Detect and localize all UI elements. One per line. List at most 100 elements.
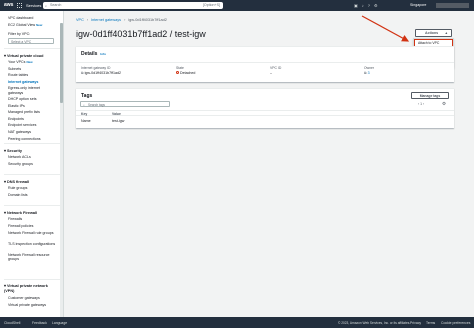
sidebar-item-egress-only-internet-gateways[interactable]: Egress-only internet gateways (8, 86, 56, 95)
section-label: Virtual private network (VPN) (4, 284, 48, 293)
breadcrumb-vpc[interactable]: VPC (76, 18, 84, 22)
sidebar-scrollbar-thumb[interactable] (60, 23, 63, 103)
sidebar-navigation: VPC dashboard EC2 Global ViewNew Filter … (0, 11, 64, 317)
state-text: Detached (180, 71, 196, 75)
column-header-key[interactable]: Key (81, 112, 87, 116)
sidebar-item-label: Domain lists (8, 193, 28, 197)
breadcrumb-internet-gateways[interactable]: Internet gateways (91, 18, 121, 22)
cloudshell-link[interactable]: CloudShell (4, 321, 20, 325)
sidebar-item-customer-gateways[interactable]: Customer gateways (8, 296, 40, 300)
tags-search-input[interactable]: ⌕ Search tags (80, 101, 170, 107)
sidebar-item-label: Managed prefix lists (8, 110, 40, 115)
sidebar-item-label: NAT gateways (8, 130, 32, 134)
sidebar-item-label: Your VPCs (8, 60, 26, 64)
sidebar-item-nat-gateways[interactable]: NAT gateways (8, 130, 31, 134)
breadcrumb: VPC › Internet gateways › igw-0d1ff4031b7ff1… (76, 18, 167, 22)
sidebar-section-security[interactable]: ▾ Security (4, 148, 22, 153)
sidebar-item-rule-groups[interactable]: Rule groups (8, 186, 27, 190)
sidebar-section-vpn[interactable]: ▾ Virtual private network (VPN) (4, 284, 54, 294)
sidebar-item-route-tables[interactable]: Route tables (8, 73, 28, 77)
sidebar-item-dhcp-option-sets[interactable]: DHCP option sets (8, 97, 37, 101)
sidebar-divider (4, 174, 60, 175)
sidebar-item-internet-gateways[interactable]: Internet gateways (8, 80, 38, 84)
tags-search-placeholder: Search tags (88, 102, 106, 107)
sidebar-item-label: Rule groups (8, 186, 28, 190)
sidebar-item-network-acls[interactable]: Network ACLs (8, 155, 31, 159)
chevron-right-icon: › (124, 18, 126, 22)
section-label: Security (6, 149, 22, 153)
privacy-link[interactable]: Privacy (410, 321, 421, 325)
services-menu[interactable]: Services (26, 3, 41, 8)
account-menu[interactable] (436, 3, 469, 8)
sidebar-item-label: Subnets (8, 66, 22, 71)
column-header-value[interactable]: Value (112, 112, 121, 116)
sidebar-item-peering-connections[interactable]: Peering connections (8, 137, 41, 141)
feedback-link[interactable]: Feedback (32, 321, 47, 325)
actions-button-label: Actions (425, 31, 439, 36)
sidebar-item-label: Internet gateways (8, 79, 39, 84)
sidebar-item-label: Endpoints (8, 116, 24, 121)
actions-button[interactable]: Actions ▲ (415, 29, 452, 37)
sidebar-item-domain-lists[interactable]: Domain lists (8, 193, 28, 197)
sidebar-item-managed-prefix-lists[interactable]: Managed prefix lists (8, 110, 40, 114)
sidebar-item-vpc-dashboard[interactable]: VPC dashboard (8, 16, 33, 20)
internet-gateway-id-value: ⧉igw-0d1ff4031b7ff1ad2 (81, 71, 121, 75)
sidebar-item-ec2-global-view[interactable]: EC2 Global ViewNew (8, 23, 42, 27)
table-header (76, 110, 454, 116)
search-icon: ⌕ (45, 3, 48, 8)
sidebar-item-label: Peering connections (8, 136, 41, 141)
new-badge: New (26, 60, 33, 64)
copy-icon[interactable]: ⧉ (364, 71, 367, 75)
menu-item-attach-to-vpc[interactable]: Attach to VPC (418, 41, 439, 45)
gear-icon[interactable]: ⚙ (442, 101, 446, 107)
header-utility-icons[interactable]: ▣♪?⚙ (354, 3, 382, 8)
sidebar-item-subnets[interactable]: Subnets (8, 67, 21, 71)
pagination[interactable]: ‹ 1 › (418, 102, 424, 106)
sidebar-section-dns-firewall[interactable]: ▾ DNS firewall (4, 179, 29, 184)
sidebar-item-virtual-private-gateways[interactable]: Virtual private gateways (8, 303, 46, 307)
breadcrumb-current: igw-0d1ff4031b7ff1ad2 (128, 18, 167, 22)
sidebar-item-elastic-ips[interactable]: Elastic IPs (8, 104, 25, 108)
sidebar-item-network-firewall-resource-groups[interactable]: Network Firewall resource groups (8, 253, 56, 262)
sidebar-item-label: Endpoint services (8, 123, 37, 128)
manage-tags-button[interactable]: Manage tags (411, 92, 449, 99)
footer: CloudShell Feedback Language © 2023, Ama… (0, 317, 474, 328)
section-label: Network Firewall (6, 211, 38, 215)
info-link[interactable]: Info (100, 52, 106, 56)
sidebar-item-firewall-policies[interactable]: Firewall policies (8, 224, 33, 228)
owner-text[interactable]: 3 (368, 71, 370, 75)
internet-gateway-id-label: Internet gateway ID (81, 66, 111, 70)
sidebar-item-endpoint-services[interactable]: Endpoint services (8, 123, 36, 127)
sidebar-item-label: Egress-only internet gateways (8, 86, 40, 95)
table-cell-value: test-igw (112, 119, 125, 123)
copy-icon[interactable]: ⧉ (81, 71, 84, 75)
sidebar-item-endpoints[interactable]: Endpoints (8, 117, 24, 121)
services-grid-icon[interactable] (17, 3, 22, 8)
sidebar-section-network-firewall[interactable]: ▾ Network Firewall (4, 210, 37, 215)
caret-up-icon: ▲ (444, 31, 448, 35)
terms-link[interactable]: Terms (426, 321, 435, 325)
sidebar-item-label: Security groups (8, 162, 33, 166)
region-selector[interactable]: Singapore (410, 3, 426, 7)
search-placeholder: Search (50, 3, 62, 8)
sidebar-item-label: Firewall policies (8, 224, 34, 228)
sidebar-item-network-firewall-rule-groups[interactable]: Network Firewall rule groups (8, 231, 56, 235)
language-link[interactable]: Language (52, 321, 67, 325)
details-heading: Details Info (81, 51, 106, 57)
vpc-filter-select[interactable]: Select a VPC (8, 38, 54, 44)
owner-label: Owner (364, 66, 374, 70)
aws-logo[interactable]: aws (4, 2, 13, 8)
tags-title: Tags (81, 93, 93, 99)
page-title: igw-0d1ff4031b7ff1ad2 / test-igw (76, 29, 206, 39)
section-label: Virtual private cloud (6, 54, 44, 58)
vpc-id-label: VPC ID (270, 66, 282, 70)
sidebar-item-label: Elastic IPs (8, 103, 25, 108)
sidebar-item-security-groups[interactable]: Security groups (8, 162, 33, 166)
sidebar-item-your-vpcs[interactable]: Your VPCsNew (8, 60, 33, 64)
sidebar-item-firewalls[interactable]: Firewalls (8, 217, 22, 221)
sidebar-item-tls-inspection-configurations[interactable]: TLS inspection configurations (8, 242, 56, 246)
chevron-right-icon: › (86, 18, 89, 22)
cookie-preferences-link[interactable]: Cookie preferences (441, 321, 470, 325)
global-search-input[interactable]: ⌕ Search [Option+S] (43, 2, 223, 9)
sidebar-section-vpc[interactable]: ▾ Virtual private cloud (4, 53, 43, 58)
